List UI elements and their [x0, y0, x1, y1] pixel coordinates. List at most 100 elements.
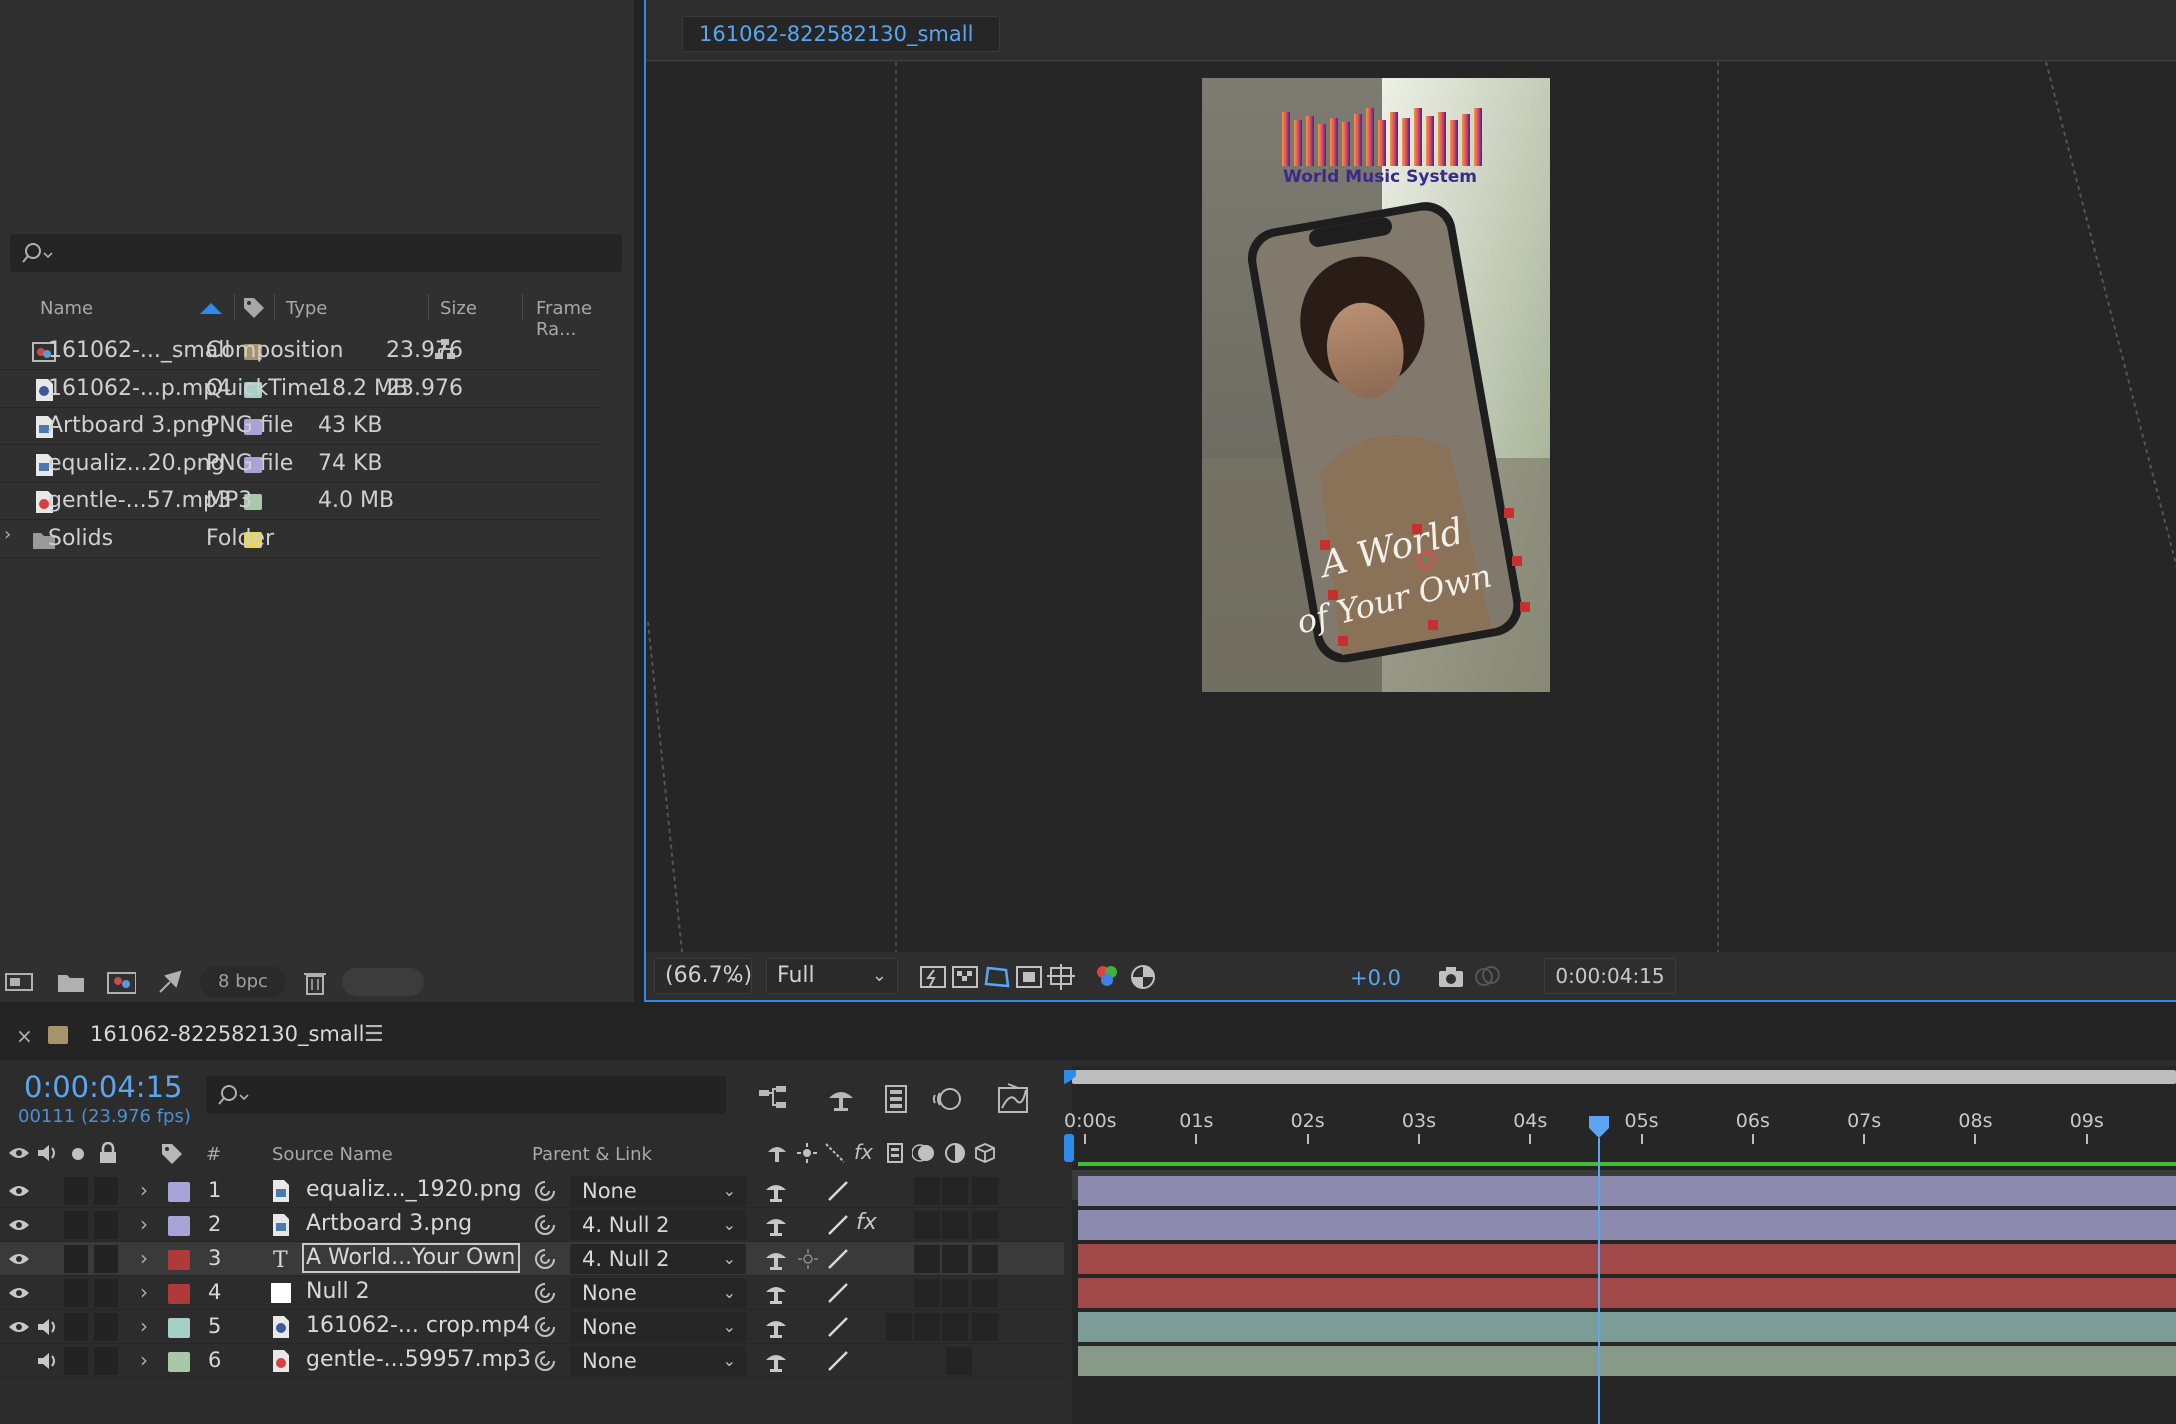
channel-rgb-icon[interactable] — [1092, 962, 1122, 992]
layer-switch-box[interactable] — [972, 1177, 998, 1205]
parent-dropdown[interactable]: None ⌄ — [570, 1278, 746, 1308]
audio-icon[interactable] — [36, 1142, 60, 1164]
region-of-interest-icon[interactable] — [1014, 962, 1044, 992]
shy-switch-icon[interactable] — [764, 1213, 788, 1237]
layer-row[interactable]: › 5 161062-... crop.mp4 None ⌄ — [0, 1310, 1064, 1344]
expand-chevron-icon[interactable]: › — [140, 1246, 148, 1270]
in-point-marker[interactable] — [1064, 1134, 1078, 1162]
layer-label-color[interactable] — [168, 1352, 190, 1372]
pick-whip-icon[interactable] — [532, 1213, 558, 1237]
shy-switch-icon[interactable] — [764, 1281, 788, 1305]
parent-dropdown[interactable]: 4. Null 2 ⌄ — [570, 1244, 746, 1274]
layer-label-color[interactable] — [168, 1318, 190, 1338]
label-tag-icon[interactable] — [242, 296, 266, 320]
lock-toggle[interactable] — [94, 1211, 118, 1239]
layer-switch-box[interactable] — [942, 1177, 968, 1205]
layer-switch-box[interactable] — [914, 1313, 940, 1341]
layer-switch-box[interactable] — [914, 1177, 940, 1205]
viewer-canvas[interactable]: World Music System A World of Your Own — [646, 62, 2176, 952]
solo-toggle[interactable] — [64, 1211, 88, 1239]
layer-switch-box[interactable] — [942, 1245, 968, 1273]
layer-switch-box[interactable] — [886, 1313, 912, 1341]
audio-speaker-icon[interactable] — [36, 1350, 60, 1372]
column-size[interactable]: Size — [440, 298, 477, 319]
visibility-eye-icon[interactable] — [8, 1320, 30, 1334]
solo-toggle[interactable] — [64, 1279, 88, 1307]
lock-toggle[interactable] — [94, 1347, 118, 1375]
quality-switch-icon[interactable] — [826, 1247, 850, 1271]
expand-chevron-icon[interactable]: › — [140, 1314, 148, 1338]
solo-toggle[interactable] — [64, 1245, 88, 1273]
layer-label-color[interactable] — [168, 1284, 190, 1304]
layer-switch-box[interactable] — [942, 1211, 968, 1239]
graph-editor-icon[interactable] — [996, 1082, 1030, 1116]
quality-switch-icon[interactable] — [826, 1281, 850, 1305]
collapse-transform-icon[interactable] — [796, 1247, 820, 1271]
layer-row[interactable]: › 2 Artboard 3.png 4. Null 2 ⌄ fx — [0, 1208, 1064, 1242]
show-snapshot-icon[interactable] — [1472, 962, 1502, 992]
exposure-value[interactable]: +0.0 — [1350, 966, 1401, 990]
layer-duration-bar[interactable] — [1078, 1346, 2176, 1376]
column-source-name[interactable]: Source Name — [272, 1144, 393, 1165]
project-item[interactable]: gentle-...57.mp3 MP3 4.0 MB — [0, 482, 600, 520]
layer-switch-box[interactable] — [942, 1313, 968, 1341]
layer-label-color[interactable] — [168, 1250, 190, 1270]
solo-icon[interactable] — [70, 1146, 86, 1162]
shy-switch-icon[interactable] — [764, 1247, 788, 1271]
layer-name[interactable]: Artboard 3.png — [306, 1211, 472, 1236]
grid-guide-options-icon[interactable] — [1046, 962, 1076, 992]
layer-row[interactable]: › 3 T A World...Your Own 4. Null 2 ⌄ — [0, 1242, 1064, 1276]
composition-frame[interactable]: World Music System A World of Your Own — [1202, 78, 1550, 692]
project-item[interactable]: equaliz...20.png PNG file 74 KB — [0, 445, 600, 483]
layer-row[interactable]: › 6 gentle-...59957.mp3 None ⌄ — [0, 1344, 1064, 1378]
shy-switch-icon[interactable] — [764, 1315, 788, 1339]
shy-switch-icon[interactable] — [764, 1179, 788, 1203]
layer-duration-bar[interactable] — [1078, 1176, 2176, 1206]
flowchart-node-icon[interactable] — [434, 338, 456, 360]
lock-toggle[interactable] — [94, 1313, 118, 1341]
resolution-dropdown[interactable]: Full ⌄ — [766, 958, 898, 994]
solo-toggle[interactable] — [64, 1347, 88, 1375]
parent-dropdown[interactable]: 4. Null 2 ⌄ — [570, 1210, 746, 1240]
magnification-dropdown[interactable]: (66.7%) ⌄ — [654, 958, 752, 994]
layer-switch-box[interactable] — [972, 1313, 998, 1341]
layer-name[interactable]: A World...Your Own — [302, 1243, 520, 1273]
layer-name[interactable]: equaliz..._1920.png — [306, 1177, 522, 1202]
visibility-eye-icon[interactable] — [8, 1252, 30, 1266]
layer-duration-bar[interactable] — [1078, 1244, 2176, 1274]
layer-switch-box[interactable] — [972, 1245, 998, 1273]
visibility-eye-icon[interactable] — [8, 1286, 30, 1300]
layer-duration-bar[interactable] — [1078, 1312, 2176, 1342]
parent-dropdown[interactable]: None ⌄ — [570, 1176, 746, 1206]
project-item[interactable]: 161062-...p.mp4 QuickTime 18.2 MB 23.976 — [0, 370, 600, 408]
project-item[interactable]: 161062-..._small Composition 23.976 — [0, 332, 600, 370]
motion-blur-icon[interactable] — [930, 1082, 964, 1116]
current-time-display[interactable]: 0:00:04:15 — [24, 1070, 182, 1104]
visibility-eye-icon[interactable] — [8, 1218, 30, 1232]
shy-switch-icon[interactable] — [764, 1349, 788, 1373]
expand-chevron-icon[interactable]: › — [140, 1178, 148, 1202]
dependencies-icon[interactable] — [156, 968, 186, 996]
fast-previews-icon[interactable] — [918, 962, 948, 992]
quality-switch-icon[interactable] — [826, 1315, 850, 1339]
reset-exposure-icon[interactable] — [1128, 962, 1158, 992]
label-tag-icon[interactable] — [160, 1142, 184, 1166]
project-search-input[interactable] — [10, 234, 622, 272]
pick-whip-icon[interactable] — [532, 1315, 558, 1339]
layer-name[interactable]: gentle-...59957.mp3 — [306, 1347, 531, 1372]
work-area-range[interactable] — [1078, 1162, 2176, 1166]
parent-dropdown[interactable]: None ⌄ — [570, 1312, 746, 1342]
comp-flowchart-icon[interactable] — [756, 1082, 790, 1116]
layer-row[interactable]: › 1 equaliz..._1920.png None ⌄ — [0, 1174, 1064, 1208]
work-area-start-marker[interactable] — [1064, 1070, 1078, 1084]
close-tab-icon[interactable]: × — [16, 1024, 33, 1048]
layer-name[interactable]: 161062-... crop.mp4 — [306, 1313, 530, 1338]
lock-icon[interactable] — [98, 1142, 118, 1164]
layer-switch-box[interactable] — [972, 1279, 998, 1307]
effects-switch-icon[interactable]: fx — [856, 1210, 880, 1235]
layer-row[interactable]: › 4 Null 2 None ⌄ — [0, 1276, 1064, 1310]
layer-search-input[interactable] — [206, 1076, 726, 1114]
column-parent-link[interactable]: Parent & Link — [532, 1144, 652, 1165]
new-folder-icon[interactable] — [56, 968, 86, 996]
layer-duration-bar[interactable] — [1078, 1210, 2176, 1240]
